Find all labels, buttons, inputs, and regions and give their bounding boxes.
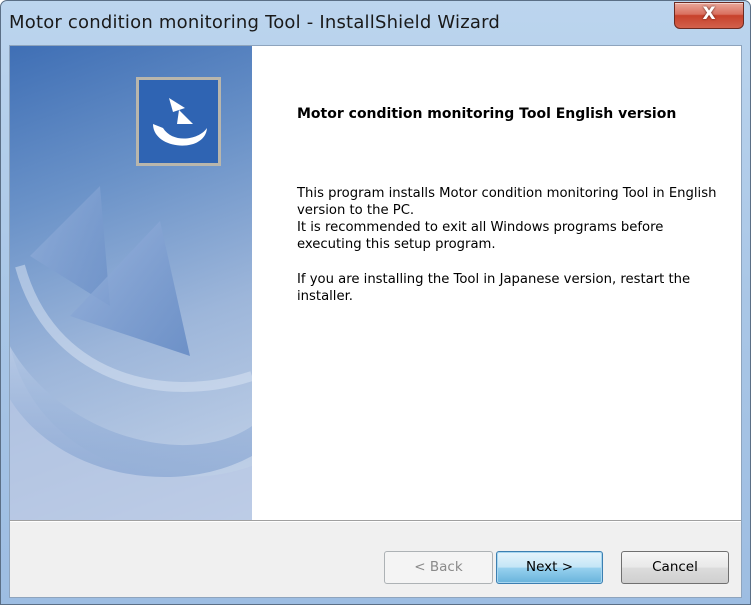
window-title: Motor condition monitoring Tool - Instal… (9, 12, 500, 33)
close-button[interactable]: X (674, 2, 744, 29)
back-button[interactable]: < Back (384, 551, 493, 584)
welcome-paragraph-install: This program installs Motor condition mo… (297, 186, 717, 218)
welcome-paragraph-japanese: If you are installing the Tool in Japane… (297, 272, 691, 304)
button-separator (10, 520, 741, 522)
product-logo (136, 77, 221, 166)
wizard-content: Motor condition monitoring Tool English … (9, 45, 742, 598)
close-icon: X (702, 4, 716, 24)
wizard-banner (10, 46, 252, 520)
welcome-heading: Motor condition monitoring Tool English … (297, 106, 677, 122)
title-bar[interactable]: Motor condition monitoring Tool - Instal… (1, 1, 750, 45)
installer-window: Motor condition monitoring Tool - Instal… (0, 0, 751, 605)
next-button[interactable]: Next > (496, 551, 603, 584)
welcome-panel: Motor condition monitoring Tool English … (252, 46, 741, 520)
welcome-paragraph-exit: It is recommended to exit all Windows pr… (297, 220, 664, 252)
logo-icon (153, 98, 207, 146)
cancel-button[interactable]: Cancel (621, 551, 729, 584)
